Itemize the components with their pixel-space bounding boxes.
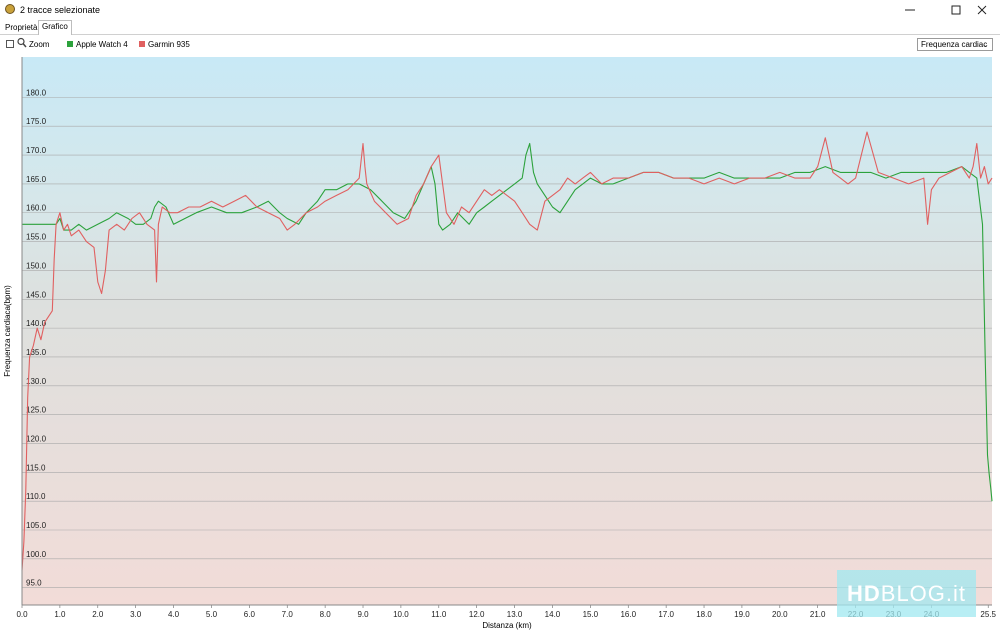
y-tick-label: 100.0 [26, 550, 47, 559]
legend-label-apple-watch: Apple Watch 4 [76, 40, 128, 49]
x-tick-label: 12.0 [469, 610, 485, 619]
x-tick-label: 16.0 [620, 610, 636, 619]
x-tick-label: 18.0 [696, 610, 712, 619]
y-tick-label: 160.0 [26, 204, 47, 213]
x-tick-label: 5.0 [206, 610, 218, 619]
y-tick-label: 95.0 [26, 579, 42, 588]
chart-toolbar: Zoom Apple Watch 4 Garmin 935 [0, 35, 1000, 53]
zoom-checkbox[interactable] [6, 40, 14, 48]
title-bar: 2 tracce selezionate [0, 0, 1000, 20]
legend-label-garmin: Garmin 935 [148, 40, 190, 49]
chevron-down-icon: ⌄ [982, 40, 989, 49]
zoom-label: Zoom [29, 40, 50, 49]
x-tick-label: 14.0 [545, 610, 561, 619]
x-tick-label: 13.0 [507, 610, 523, 619]
legend-swatch-garmin [139, 41, 145, 47]
x-tick-label: 17.0 [658, 610, 674, 619]
plot-background [22, 57, 992, 605]
y-axis-label: Frequenza cardiaca(bpm) [3, 285, 12, 377]
tab-bar: Proprietà Grafico [0, 20, 1000, 35]
x-tick-label: 3.0 [130, 610, 142, 619]
x-tick-label: 4.0 [168, 610, 180, 619]
x-tick-label: 2.0 [92, 610, 104, 619]
maximize-icon [951, 5, 961, 15]
x-axis-label: Distanza (km) [482, 621, 532, 630]
tab-proprieta[interactable]: Proprietà [2, 22, 40, 34]
watermark-text-hd: HD [846, 580, 881, 606]
minimize-icon [905, 9, 915, 11]
app-icon [5, 4, 15, 14]
x-tick-label: 10.0 [393, 610, 409, 619]
x-tick-label: 15.0 [583, 610, 599, 619]
hdblog-watermark: HD BLOG.it [837, 570, 976, 617]
tab-grafico[interactable]: Grafico [38, 20, 72, 35]
y-tick-label: 180.0 [26, 88, 47, 97]
y-tick-label: 105.0 [26, 521, 47, 530]
x-tick-label: 11.0 [431, 610, 447, 619]
y-tick-label: 135.0 [26, 348, 47, 357]
y-tick-label: 110.0 [26, 492, 46, 501]
x-tick-label: 1.0 [54, 610, 66, 619]
y-tick-label: 115.0 [26, 463, 46, 472]
x-tick-label: 8.0 [320, 610, 332, 619]
y-tick-label: 125.0 [26, 406, 47, 415]
y-tick-label: 165.0 [26, 175, 47, 184]
y-tick-label: 175.0 [26, 117, 47, 126]
x-tick-label: 7.0 [282, 610, 294, 619]
x-tick-label: 21.0 [810, 610, 826, 619]
heart-rate-chart[interactable]: 95.0100.0105.0110.0115.0120.0125.0130.01… [0, 53, 1000, 640]
x-tick-label: 9.0 [357, 610, 369, 619]
window-title: 2 tracce selezionate [20, 5, 101, 15]
magnifier-icon [17, 37, 27, 48]
y-tick-label: 155.0 [26, 233, 47, 242]
y-tick-label: 150.0 [26, 261, 47, 270]
minimize-button[interactable] [892, 0, 928, 20]
x-tick-label: 20.0 [772, 610, 788, 619]
y-tick-label: 145.0 [26, 290, 47, 299]
chart-area[interactable]: 95.0 100.0 105.0 110.0 115.0 120.0 125.0 130.0 1… [0, 53, 1000, 640]
close-button[interactable] [964, 0, 1000, 20]
y-tick-label: 120.0 [26, 434, 47, 443]
x-tick-label: 0.0 [16, 610, 28, 619]
watermark-text-blog: BLOG.it [880, 580, 967, 606]
metric-select-value: Frequenza cardiac [921, 40, 988, 49]
x-tick-label: 6.0 [244, 610, 256, 619]
close-icon [977, 5, 987, 15]
metric-select[interactable]: Frequenza cardiac ⌄ [917, 38, 993, 51]
legend-swatch-apple-watch [67, 41, 73, 47]
x-tick-label: 25.5 [980, 610, 996, 619]
y-tick-label: 170.0 [26, 146, 47, 155]
x-tick-label: 19.0 [734, 610, 750, 619]
